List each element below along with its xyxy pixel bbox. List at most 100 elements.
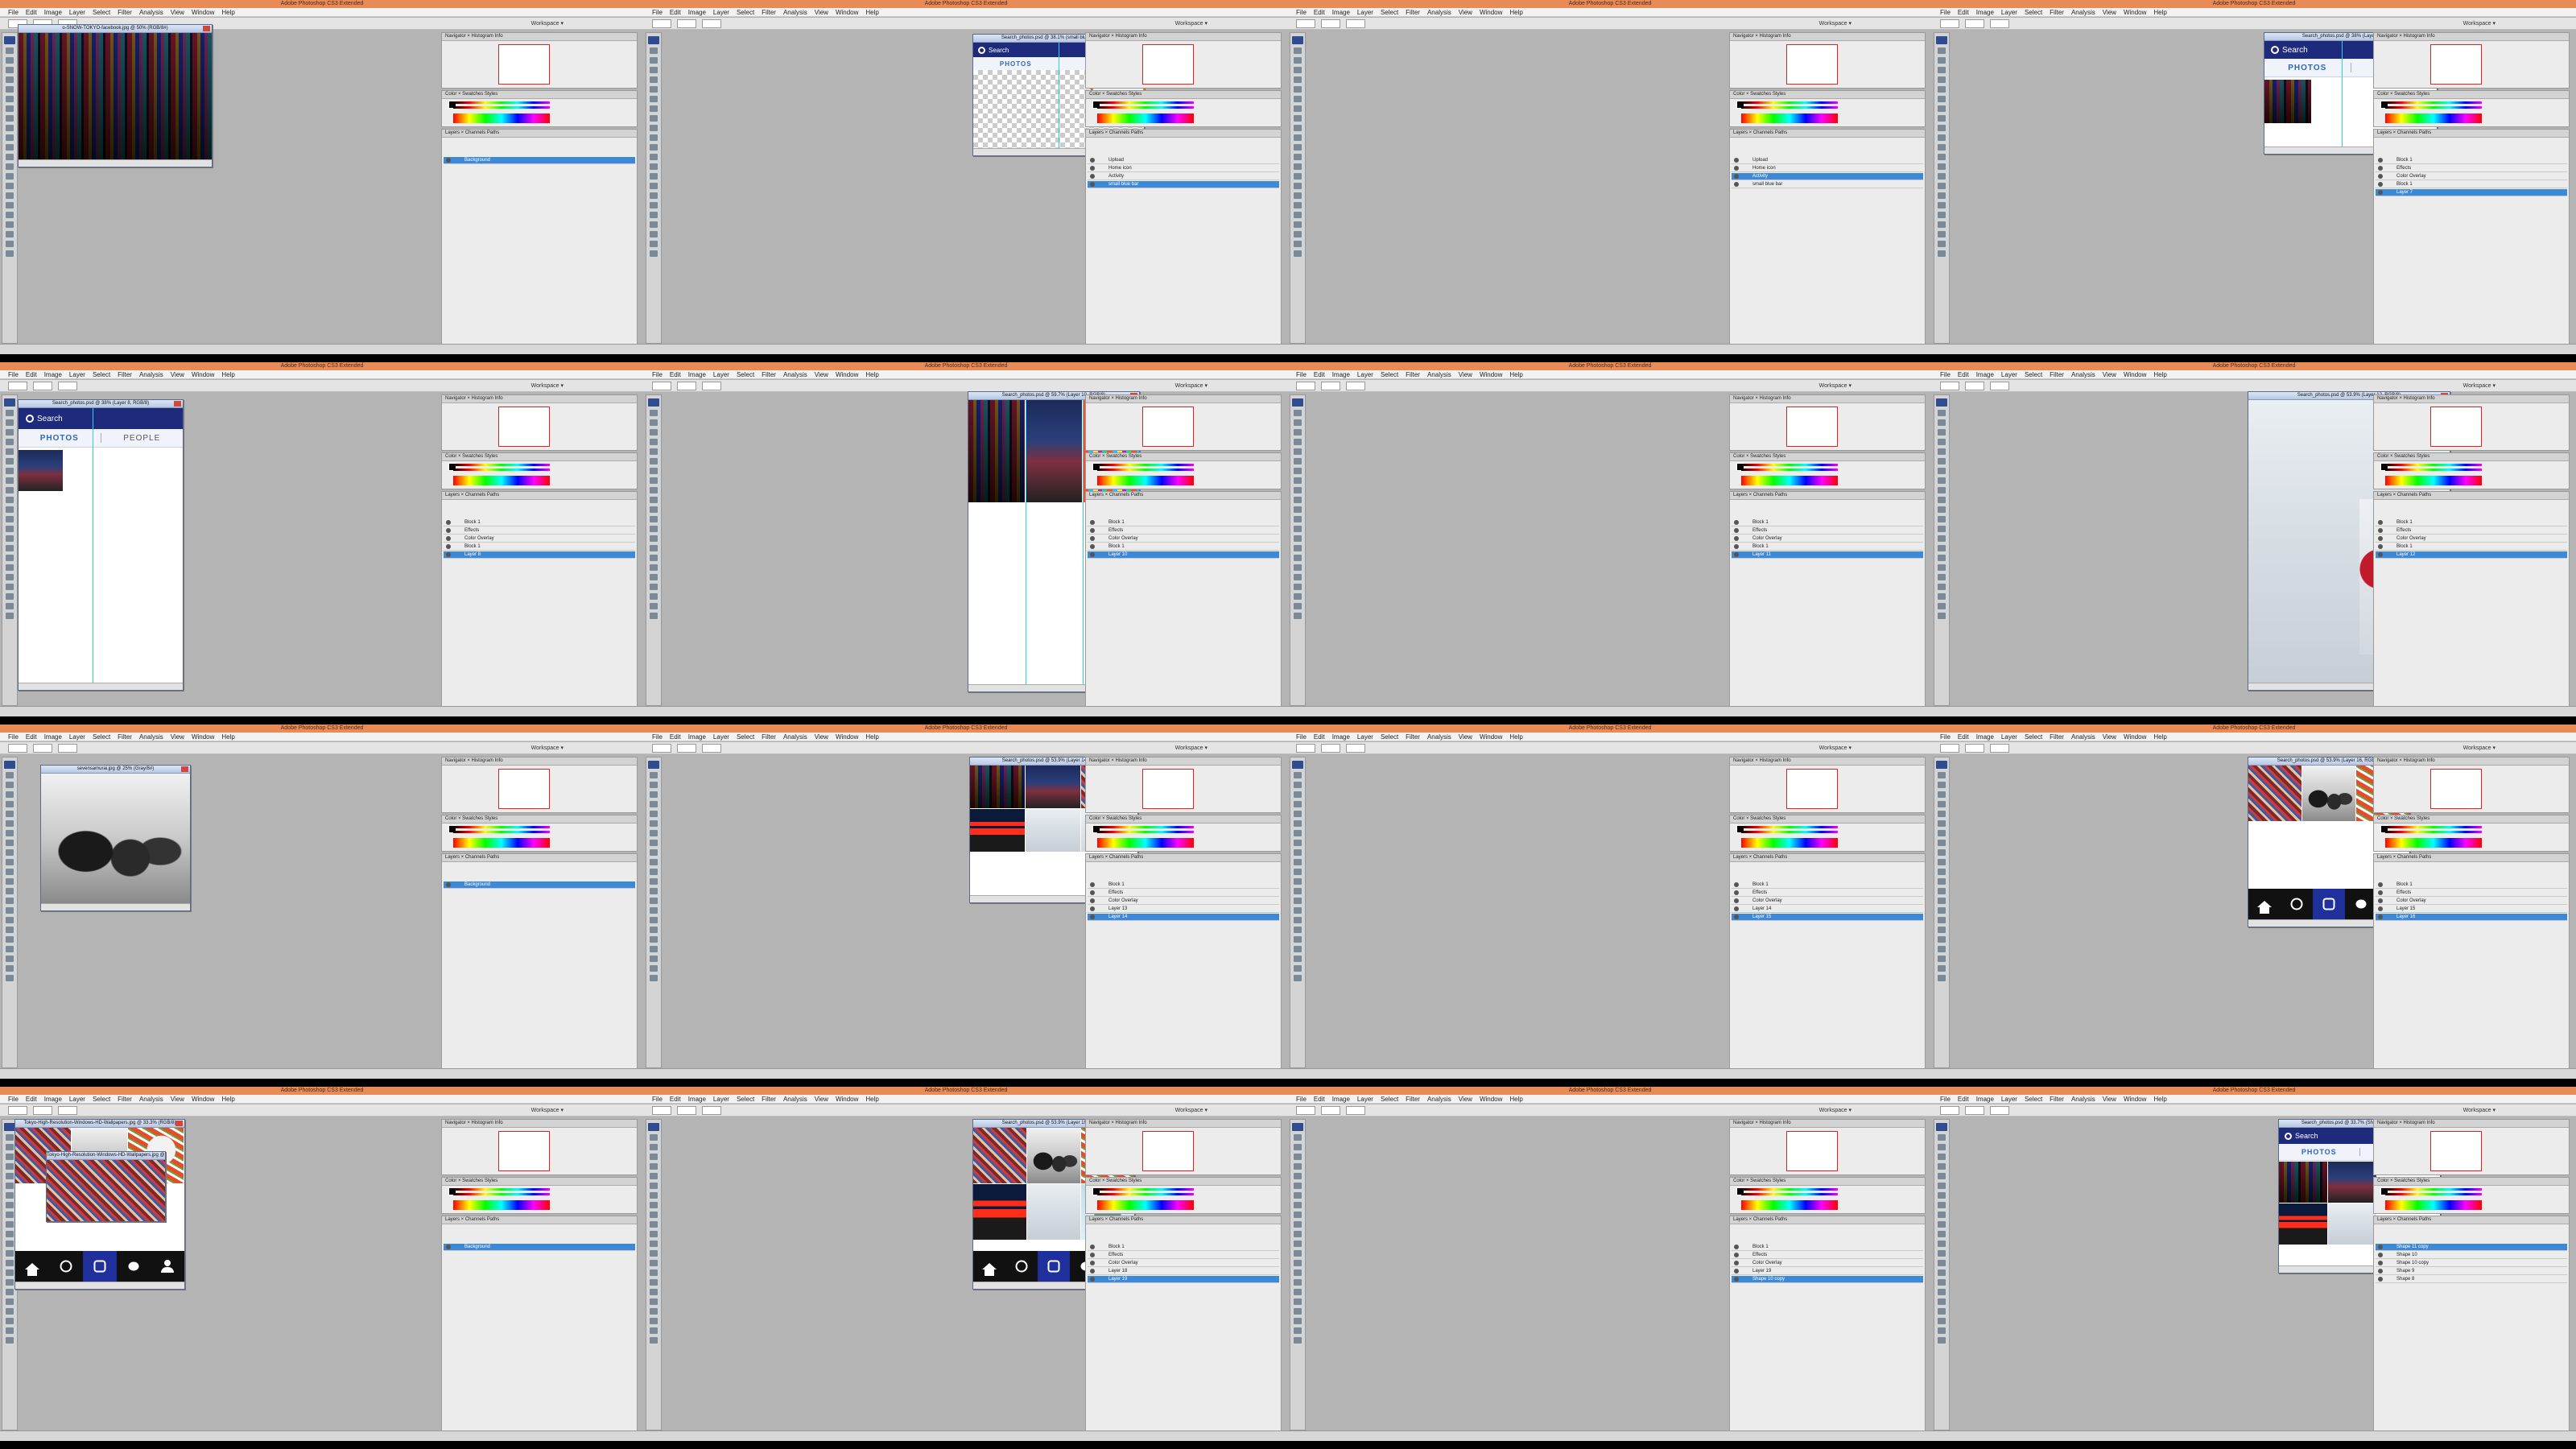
layer-row[interactable]: Layer 19 bbox=[1088, 1276, 1279, 1283]
navigator-tabs[interactable]: Navigator × Histogram Info bbox=[442, 395, 637, 403]
layer-row[interactable]: Effects bbox=[2376, 527, 2567, 535]
layers-tabs[interactable]: Layers × Channels Paths bbox=[1086, 854, 1281, 862]
tool-icon[interactable] bbox=[1294, 439, 1302, 445]
tool-icon[interactable] bbox=[6, 840, 14, 846]
menu-item[interactable]: Filter bbox=[118, 1095, 132, 1103]
menu-item[interactable]: File bbox=[8, 8, 19, 16]
visibility-eye-icon[interactable] bbox=[1734, 906, 1739, 911]
layer-row[interactable]: Effects bbox=[444, 527, 635, 535]
tool-icon[interactable] bbox=[650, 603, 658, 609]
workspace-menu[interactable]: Workspace ▾ bbox=[1175, 1107, 1208, 1113]
menu-item[interactable]: Layer bbox=[1357, 8, 1373, 16]
menu-item[interactable]: Select bbox=[93, 1095, 110, 1103]
menu-item[interactable]: Image bbox=[1332, 370, 1350, 378]
layers-tabs[interactable]: Layers × Channels Paths bbox=[2374, 1216, 2569, 1224]
tab-photos[interactable]: PHOTOS bbox=[973, 60, 1059, 68]
color-tabs[interactable]: Color × Swatches Styles bbox=[1086, 91, 1281, 99]
tool-icon[interactable] bbox=[650, 1173, 658, 1179]
photo-tile[interactable] bbox=[970, 809, 1025, 852]
visibility-eye-icon[interactable] bbox=[1090, 528, 1095, 533]
photo-tile[interactable] bbox=[2328, 1203, 2376, 1245]
tool-icon[interactable] bbox=[650, 154, 658, 160]
color-spectrum[interactable] bbox=[1097, 1200, 1194, 1210]
tool-icon[interactable] bbox=[6, 154, 14, 160]
menu-item[interactable]: File bbox=[1296, 8, 1307, 16]
auto-select-checkbox[interactable] bbox=[1965, 743, 1984, 753]
tool-icon[interactable] bbox=[6, 535, 14, 542]
tool-icon[interactable] bbox=[6, 593, 14, 600]
tool-icon[interactable] bbox=[650, 965, 658, 972]
menu-item[interactable]: Edit bbox=[1958, 733, 1969, 741]
menu-item[interactable]: Filter bbox=[118, 370, 132, 378]
tool-icon[interactable] bbox=[1294, 545, 1302, 551]
menu-item[interactable]: View bbox=[171, 8, 184, 16]
color-tabs[interactable]: Color × Swatches Styles bbox=[2374, 453, 2569, 461]
nav-item-home[interactable] bbox=[2248, 889, 2281, 919]
menu-item[interactable]: Select bbox=[737, 733, 754, 741]
color-tabs[interactable]: Color × Swatches Styles bbox=[1730, 453, 1925, 461]
transform-controls-checkbox[interactable] bbox=[702, 743, 721, 753]
tool-icon[interactable] bbox=[1938, 946, 1946, 952]
tool-icon[interactable] bbox=[6, 1308, 14, 1315]
menu-item[interactable]: View bbox=[815, 370, 828, 378]
tool-icon[interactable] bbox=[6, 878, 14, 885]
tool-icon[interactable] bbox=[6, 927, 14, 933]
nav-item-search[interactable] bbox=[2281, 889, 2313, 919]
tool-icon[interactable] bbox=[1938, 439, 1946, 445]
menu-item[interactable]: Analysis bbox=[139, 370, 163, 378]
nav-item-user[interactable] bbox=[151, 1251, 184, 1282]
visibility-eye-icon[interactable] bbox=[1090, 182, 1095, 187]
menu-item[interactable]: Filter bbox=[1406, 8, 1420, 16]
tool-icon[interactable] bbox=[6, 67, 14, 73]
transform-controls-checkbox[interactable] bbox=[702, 381, 721, 390]
transform-controls-checkbox[interactable] bbox=[1990, 1105, 2009, 1115]
tool-icon[interactable] bbox=[1938, 134, 1946, 141]
visibility-eye-icon[interactable] bbox=[446, 520, 451, 525]
tool-icon[interactable] bbox=[650, 946, 658, 952]
tool-icon[interactable] bbox=[1294, 1231, 1302, 1237]
tool-icon[interactable] bbox=[1294, 1163, 1302, 1170]
tool-icon[interactable] bbox=[1294, 410, 1302, 416]
menu-item[interactable]: View bbox=[2103, 1095, 2116, 1103]
tool-icon[interactable] bbox=[1938, 849, 1946, 856]
move-tool-option[interactable] bbox=[1296, 1105, 1315, 1115]
tool-icon[interactable] bbox=[6, 1183, 14, 1189]
layer-row[interactable]: Layer 12 bbox=[2376, 551, 2567, 559]
navigator-tabs[interactable]: Navigator × Histogram Info bbox=[2374, 758, 2569, 766]
menu-item[interactable]: Filter bbox=[1406, 733, 1420, 741]
tool-icon[interactable] bbox=[1938, 1231, 1946, 1237]
visibility-eye-icon[interactable] bbox=[2378, 552, 2383, 557]
tool-icon[interactable] bbox=[6, 105, 14, 112]
layers-tabs[interactable]: Layers × Channels Paths bbox=[442, 1216, 637, 1224]
move-tool-option[interactable] bbox=[8, 1105, 27, 1115]
color-slider[interactable] bbox=[1097, 464, 1194, 466]
tool-icon[interactable] bbox=[6, 419, 14, 426]
color-slider[interactable] bbox=[2385, 464, 2482, 466]
tool-icon[interactable] bbox=[6, 96, 14, 102]
menu-item[interactable]: Image bbox=[44, 733, 62, 741]
tool-icon[interactable] bbox=[1938, 859, 1946, 865]
color-slider[interactable] bbox=[1097, 826, 1194, 828]
tool-icon[interactable] bbox=[650, 1260, 658, 1266]
layer-row[interactable]: Block 1 bbox=[444, 543, 635, 551]
navigator-thumbnail[interactable] bbox=[1786, 407, 1838, 447]
tool-icon[interactable] bbox=[650, 212, 658, 218]
tool-icon[interactable] bbox=[6, 1192, 14, 1199]
tool-icon[interactable] bbox=[1938, 125, 1946, 131]
visibility-eye-icon[interactable] bbox=[1090, 520, 1095, 525]
transform-controls-checkbox[interactable] bbox=[1990, 381, 2009, 390]
transform-controls-checkbox[interactable] bbox=[58, 743, 77, 753]
menu-item[interactable]: Help bbox=[865, 1095, 878, 1103]
menu-item[interactable]: Select bbox=[1381, 8, 1398, 16]
navigator-thumbnail[interactable] bbox=[1142, 44, 1194, 85]
photo-tile[interactable] bbox=[2264, 80, 2311, 123]
tool-icon[interactable] bbox=[650, 869, 658, 875]
tool-icon[interactable] bbox=[1938, 57, 1946, 64]
tool-icon[interactable] bbox=[6, 820, 14, 827]
auto-select-checkbox[interactable] bbox=[1321, 19, 1340, 28]
menu-item[interactable]: Analysis bbox=[1427, 733, 1451, 741]
color-slider[interactable] bbox=[2385, 1193, 2482, 1195]
menu-item[interactable]: Edit bbox=[670, 370, 681, 378]
tool-icon[interactable] bbox=[1938, 545, 1946, 551]
menu-item[interactable]: Image bbox=[44, 1095, 62, 1103]
